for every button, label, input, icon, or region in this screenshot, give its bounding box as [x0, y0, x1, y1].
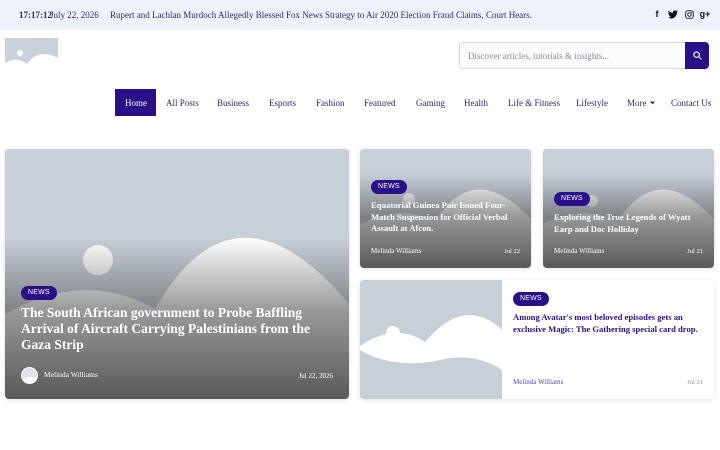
nav-item-more[interactable]: More	[627, 89, 655, 116]
facebook-icon[interactable]: f	[652, 8, 662, 20]
article-card[interactable]: NEWS Exploring the True Legends of Wyatt…	[543, 149, 714, 268]
social-links: f g+	[652, 8, 711, 20]
nav-item-fashion[interactable]: Fashion	[316, 89, 345, 116]
main-nav: Home All Posts Business Esports Fashion …	[0, 89, 720, 116]
featured-article-card[interactable]: NEWS The South African government to Pro…	[5, 149, 349, 399]
current-time: 17:17:12	[19, 10, 52, 20]
category-badge[interactable]: NEWS	[21, 286, 57, 300]
search-icon	[692, 51, 702, 60]
article-date: Jul 21	[687, 248, 703, 255]
article-title[interactable]: Equatorial Guinea Pair Issued Four-Match…	[371, 200, 521, 235]
image-placeholder	[360, 280, 502, 399]
category-badge[interactable]: NEWS	[554, 192, 590, 206]
search-box	[459, 42, 709, 69]
article-author[interactable]: Melinda Williams	[371, 247, 421, 255]
category-badge[interactable]: NEWS	[513, 292, 549, 306]
category-badge[interactable]: NEWS	[371, 180, 407, 194]
search-button[interactable]	[685, 42, 709, 69]
article-author[interactable]: Melinda Williams	[513, 378, 563, 386]
article-card-horizontal[interactable]: NEWS Among Avatar's most beloved episode…	[360, 280, 714, 399]
article-author[interactable]: Melinda Williams	[44, 370, 98, 379]
twitter-icon[interactable]	[668, 8, 678, 20]
nav-item-home[interactable]: Home	[115, 89, 156, 116]
article-date: Jul 22, 2026	[298, 372, 333, 380]
search-input[interactable]	[460, 43, 686, 68]
site-logo[interactable]	[5, 38, 58, 73]
nav-item-esports[interactable]: Esports	[269, 89, 296, 116]
article-card[interactable]: NEWS Equatorial Guinea Pair Issued Four-…	[360, 149, 531, 268]
nav-item-business[interactable]: Business	[217, 89, 249, 116]
nav-item-featured[interactable]: Featured	[364, 89, 396, 116]
chevron-down-icon	[649, 101, 655, 104]
article-title[interactable]: The South African government to Probe Ba…	[21, 305, 331, 353]
article-date: Jul 21	[687, 379, 703, 386]
nav-item-health[interactable]: Health	[464, 89, 488, 116]
article-date: Jul 22	[504, 248, 520, 255]
news-ticker[interactable]: Rupert and Lachlan Murdoch Allegedly Ble…	[110, 10, 532, 20]
article-title[interactable]: Among Avatar's most beloved episodes get…	[513, 312, 705, 335]
google-plus-icon[interactable]: g+	[700, 8, 711, 20]
instagram-icon[interactable]	[684, 8, 694, 20]
current-date: July 22, 2026	[50, 10, 99, 20]
author-avatar	[21, 367, 38, 384]
article-title[interactable]: Exploring the True Legends of Wyatt Earp…	[554, 212, 706, 235]
nav-item-more-label: More	[627, 97, 647, 108]
nav-item-contact-us[interactable]: Contact Us	[671, 89, 711, 116]
nav-item-lifestyle[interactable]: Lifestyle	[576, 89, 608, 116]
top-bar: 17:17:12 July 22, 2026 Rupert and Lachla…	[0, 0, 720, 30]
nav-item-life-fitness[interactable]: Life & Fitness	[508, 89, 560, 116]
article-author[interactable]: Melinda Williams	[554, 247, 604, 255]
nav-item-all-posts[interactable]: All Posts	[166, 89, 199, 116]
nav-item-gaming[interactable]: Gaming	[416, 89, 445, 116]
